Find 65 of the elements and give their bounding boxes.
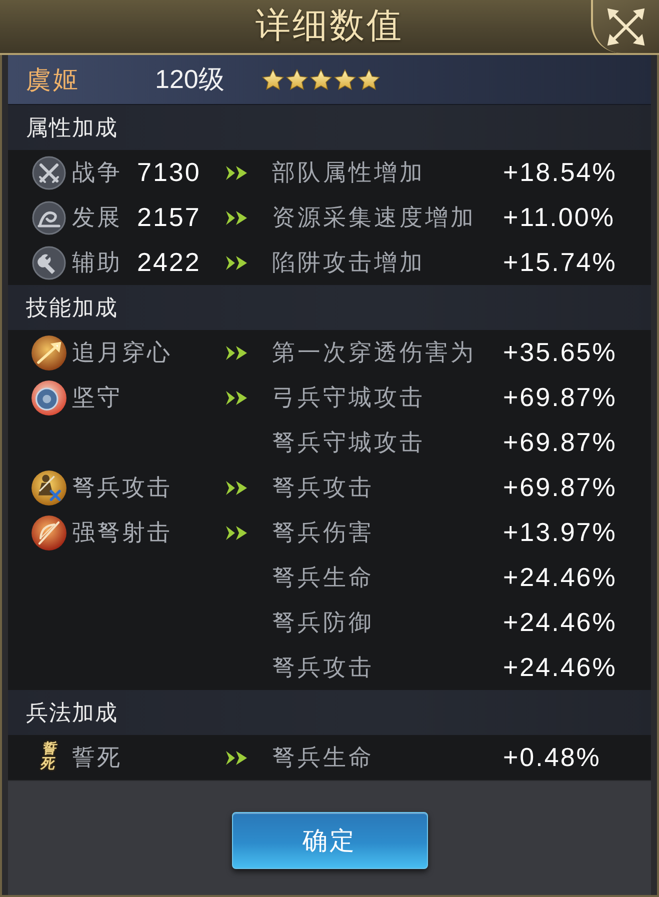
- close-button[interactable]: [591, 0, 659, 53]
- star-icon: [262, 68, 284, 90]
- bonus-name: 追月穿心: [72, 339, 173, 368]
- effect-label: 弩兵攻击: [272, 654, 375, 683]
- star-icon: [334, 68, 356, 90]
- swirl-icon: [32, 200, 66, 234]
- attribute-value: 7130: [137, 157, 202, 188]
- hero-name: 虞姬: [26, 64, 81, 96]
- section-title: 技能加成: [26, 294, 118, 322]
- effect-amount: +35.65%: [503, 337, 617, 368]
- calligraphy-emblem: 誓死: [40, 742, 58, 773]
- dialog-title: 详细数值: [256, 9, 404, 44]
- star-icon: [358, 68, 380, 90]
- effect-amount: +69.87%: [503, 472, 617, 503]
- effect-label: 弩兵伤害: [272, 519, 375, 548]
- effect-label: 弓兵守城攻击: [272, 384, 426, 413]
- effect-amount: +13.97%: [503, 517, 617, 548]
- effect-label: 弩兵攻击: [272, 474, 375, 503]
- shield-icon: [31, 380, 67, 416]
- effect-amount: +69.87%: [503, 427, 617, 458]
- crossed-swords-icon: [32, 156, 66, 190]
- effect-label: 第一次穿透伤害为: [272, 339, 477, 368]
- bonus-name: 发展: [72, 204, 123, 233]
- confirm-button[interactable]: 确定: [232, 812, 428, 869]
- effect-amount: +15.74%: [503, 247, 617, 278]
- effect-amount: +69.87%: [503, 382, 617, 413]
- effect-label: 弩兵守城攻击: [272, 429, 426, 458]
- effect-label: 弩兵生命: [272, 744, 375, 773]
- bonus-name: 誓死: [72, 744, 123, 773]
- double-chevron-icon: [226, 480, 247, 494]
- effect-amount: +18.54%: [503, 157, 617, 188]
- bow-icon: [31, 514, 67, 550]
- attribute-value: 2422: [137, 247, 202, 278]
- bonus-name: 坚守: [72, 384, 123, 413]
- warrior-icon: [31, 470, 67, 506]
- hero-level: 120级: [155, 63, 226, 96]
- double-chevron-icon: [226, 346, 247, 360]
- effect-label: 部队属性增加: [272, 159, 426, 188]
- double-chevron-icon: [226, 256, 247, 270]
- effect-label: 弩兵生命: [272, 564, 375, 593]
- effect-amount: +11.00%: [503, 202, 615, 233]
- double-chevron-icon: [226, 166, 247, 180]
- double-chevron-icon: [226, 750, 247, 764]
- section-title: 兵法加成: [26, 700, 118, 728]
- effect-amount: +24.46%: [503, 652, 617, 683]
- effect-label: 弩兵防御: [272, 609, 375, 638]
- double-chevron-icon: [226, 210, 247, 224]
- double-chevron-icon: [226, 526, 247, 540]
- spear-icon: [31, 334, 67, 370]
- bonus-name: 强弩射击: [72, 519, 173, 548]
- close-icon: [606, 6, 646, 46]
- effect-amount: +24.46%: [503, 562, 617, 593]
- bonus-name: 战争: [72, 159, 123, 188]
- section-title: 属性加成: [26, 114, 118, 142]
- effect-label: 陷阱攻击增加: [272, 249, 426, 278]
- double-chevron-icon: [226, 390, 247, 404]
- wrench-icon: [32, 246, 66, 280]
- star-icon: [286, 68, 308, 90]
- effect-amount: +0.48%: [503, 742, 601, 773]
- bonus-name: 弩兵攻击: [72, 474, 173, 503]
- effect-label: 资源采集速度增加: [272, 204, 477, 233]
- effect-amount: +24.46%: [503, 607, 617, 638]
- bonus-name: 辅助: [72, 249, 123, 278]
- star-icon: [310, 68, 332, 90]
- attribute-value: 2157: [137, 202, 202, 233]
